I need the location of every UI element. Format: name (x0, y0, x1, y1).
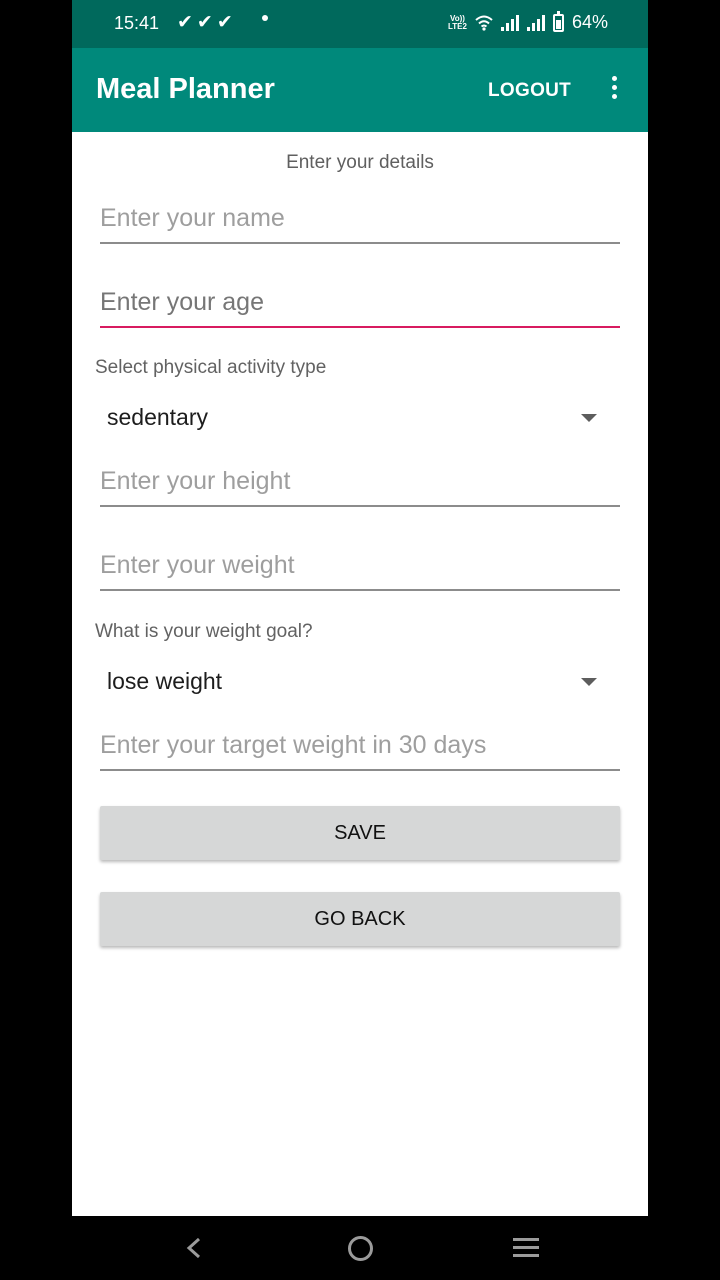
height-input[interactable] (100, 457, 620, 507)
notification-dot-icon (262, 15, 268, 21)
go-back-button[interactable]: GO BACK (100, 892, 620, 946)
weight-input[interactable] (100, 541, 620, 591)
wifi-icon (475, 15, 493, 31)
check-notification-icons: ✔✔✔ (177, 12, 237, 33)
battery-percent: 64% (571, 12, 608, 32)
back-icon[interactable] (186, 1238, 202, 1258)
activity-type-label: Select physical activity type (95, 357, 327, 378)
save-button[interactable]: SAVE (100, 806, 620, 860)
dropdown-arrow-icon (581, 414, 597, 422)
dropdown-arrow-icon (581, 678, 597, 686)
activity-type-value: sedentary (107, 404, 209, 430)
signal-icon (500, 14, 519, 31)
more-vert-icon[interactable] (607, 76, 621, 104)
weight-goal-dropdown[interactable]: lose weight (95, 658, 615, 706)
age-input[interactable] (100, 278, 620, 328)
activity-type-dropdown[interactable]: sedentary (95, 394, 615, 442)
form-heading: Enter your details (286, 152, 434, 173)
app-screen: 15:41 ✔✔✔ Vo)) LTE2 64% Meal Planner LOG… (72, 0, 648, 1280)
app-bar: Meal Planner LOGOUT (72, 48, 648, 132)
recents-menu-icon[interactable] (513, 1238, 539, 1258)
status-time: 15:41 (114, 13, 160, 33)
battery-icon (552, 10, 564, 32)
weight-goal-label: What is your weight goal? (95, 621, 313, 642)
logout-button[interactable]: LOGOUT (488, 80, 571, 102)
lte-text: LTE2 (448, 21, 467, 31)
name-input[interactable] (100, 194, 620, 244)
app-title: Meal Planner (96, 73, 275, 105)
target-weight-input[interactable] (100, 721, 620, 771)
weight-goal-value: lose weight (107, 668, 223, 694)
signal-icon (526, 14, 545, 31)
home-icon[interactable] (348, 1236, 373, 1261)
status-icons: Vo)) LTE2 64% (448, 10, 608, 33)
volte-icon: Vo)) LTE2 (448, 14, 467, 31)
status-bar: 15:41 ✔✔✔ Vo)) LTE2 64% (72, 0, 648, 48)
